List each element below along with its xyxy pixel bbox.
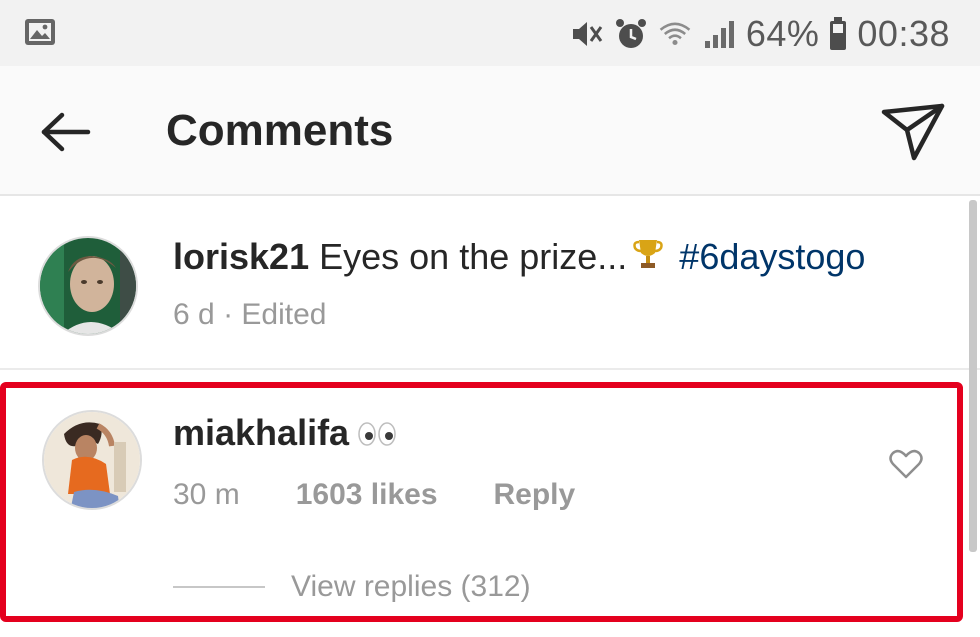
comment-time: 30 m — [173, 478, 240, 511]
comment-text-line: miakhalifa — [173, 412, 397, 454]
gallery-icon — [24, 18, 56, 46]
caption-hashtag[interactable]: #6daystogo — [679, 236, 865, 277]
scrollbar[interactable] — [969, 200, 977, 552]
paper-plane-icon — [881, 103, 945, 161]
view-replies-label: View replies (312) — [291, 570, 531, 603]
caption-text: Eyes on the prize... — [319, 236, 628, 277]
comment-username[interactable]: miakhalifa — [173, 412, 349, 453]
vibrate-mute-icon — [570, 17, 604, 51]
clock: 00:38 — [857, 13, 950, 54]
status-icons: 64% 00:38 — [570, 10, 950, 58]
caption-time: 6 d — [173, 298, 215, 331]
share-button[interactable] — [880, 102, 946, 162]
comment-meta: 30 m 1603 likes Reply — [173, 478, 575, 512]
heart-icon — [889, 449, 923, 479]
comment-likes[interactable]: 1603 likes — [296, 478, 438, 512]
view-replies-button[interactable]: View replies (312) — [173, 570, 531, 604]
avatar[interactable] — [38, 236, 138, 336]
page-title: Comments — [166, 106, 394, 155]
trophy-icon — [633, 240, 664, 268]
back-arrow-icon — [41, 112, 91, 152]
alarm-icon — [614, 17, 648, 51]
status-bar: 64% 00:38 — [0, 0, 980, 66]
post-caption: lorisk21 Eyes on the prize... #6daystogo… — [0, 198, 980, 370]
meta-separator: · — [223, 298, 234, 331]
signal-icon — [702, 17, 736, 51]
caption-text-line: lorisk21 Eyes on the prize... #6daystogo — [173, 236, 865, 278]
avatar[interactable] — [42, 410, 142, 510]
eyes-emoji-icon — [358, 422, 396, 446]
back-button[interactable] — [40, 106, 92, 158]
reply-button[interactable]: Reply — [494, 478, 576, 512]
like-button[interactable] — [886, 444, 926, 484]
replies-divider — [173, 586, 265, 588]
battery-icon — [829, 17, 847, 51]
wifi-icon — [658, 17, 692, 51]
battery-percent: 64% — [745, 13, 820, 54]
caption-username[interactable]: lorisk21 — [173, 236, 309, 277]
comment-item: miakhalifa 30 m 1603 likes Reply View re… — [0, 382, 963, 622]
edited-label: Edited — [241, 298, 327, 331]
comments-header: Comments — [0, 66, 980, 196]
caption-meta: 6 d · Edited — [173, 298, 326, 332]
